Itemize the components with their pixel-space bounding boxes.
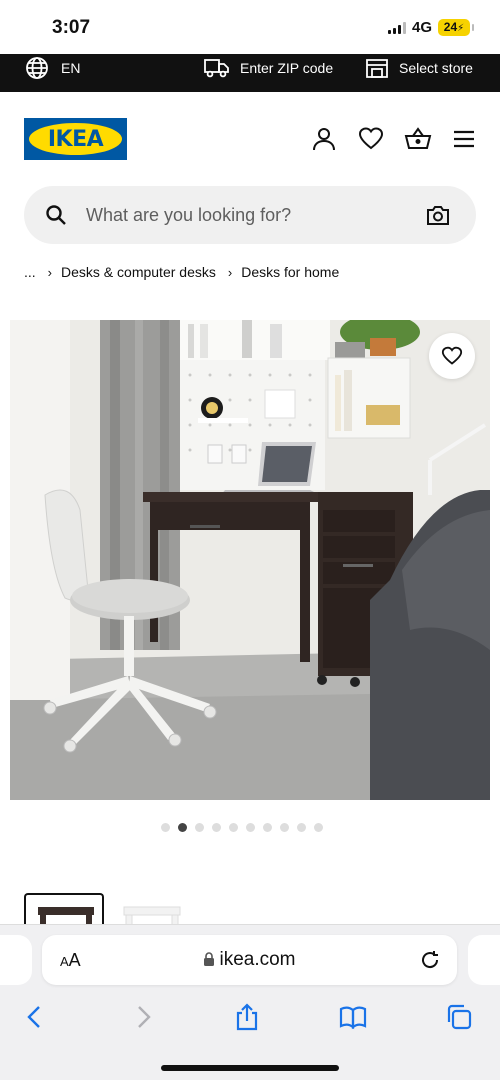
browser-bar: AA ikea.com — [0, 924, 500, 1080]
language-label: EN — [61, 60, 81, 76]
status-indicators: 4G 24⚡ — [387, 19, 474, 36]
battery-level: 24 — [443, 20, 458, 34]
store-icon — [366, 59, 388, 78]
home-indicator — [161, 1065, 339, 1071]
camera-search-icon[interactable] — [426, 204, 450, 226]
zip-code-label: Enter ZIP code — [240, 60, 334, 76]
carousel-dot[interactable] — [212, 823, 221, 832]
carousel-dot[interactable] — [229, 823, 238, 832]
forward-icon[interactable] — [129, 1003, 157, 1031]
globe-icon — [26, 57, 48, 79]
carousel-dots[interactable] — [161, 823, 323, 832]
top-strip: EN Enter ZIP code Select store — [0, 54, 500, 92]
heart-icon — [441, 346, 463, 365]
search-input[interactable]: What are you looking for? — [86, 186, 291, 244]
chevron-right-icon: › — [47, 264, 53, 280]
address-bar[interactable]: AA ikea.com — [42, 935, 457, 985]
delivery-truck-icon — [204, 59, 229, 78]
wishlist-heart-icon[interactable] — [358, 126, 384, 152]
search-bar[interactable]: What are you looking for? — [24, 186, 476, 244]
carousel-dot-active[interactable] — [178, 823, 187, 832]
save-favorite-button[interactable] — [429, 333, 475, 379]
select-store-label: Select store — [399, 60, 473, 76]
search-icon — [46, 205, 66, 225]
breadcrumb: ... › Desks & computer desks › Desks for… — [24, 262, 339, 282]
network-type: 4G — [411, 19, 432, 36]
carousel-dot[interactable] — [297, 823, 306, 832]
zip-code-button[interactable]: Enter ZIP code — [204, 54, 333, 82]
ikea-logo[interactable]: IKEA — [24, 118, 127, 160]
breadcrumb-item-desks-computer[interactable]: Desks & computer desks — [61, 264, 216, 280]
back-icon[interactable] — [21, 1003, 49, 1031]
battery-icon: 24⚡ — [438, 19, 474, 36]
status-bar: 3:07 4G 24⚡ — [0, 0, 500, 54]
tabs-icon[interactable] — [445, 1003, 473, 1031]
carousel-dot[interactable] — [195, 823, 204, 832]
language-selector[interactable]: EN — [25, 54, 80, 82]
signal-icon — [387, 21, 406, 34]
breadcrumb-ellipsis[interactable]: ... — [24, 264, 36, 280]
carousel-dot[interactable] — [314, 823, 323, 832]
product-image[interactable] — [10, 320, 490, 800]
breadcrumb-item-desks-home[interactable]: Desks for home — [241, 264, 339, 280]
reload-icon[interactable] — [419, 949, 441, 971]
profile-icon[interactable] — [311, 126, 337, 152]
status-time: 3:07 — [52, 17, 91, 38]
bookmarks-icon[interactable] — [339, 1003, 367, 1031]
shopping-basket-icon[interactable] — [404, 126, 432, 152]
url-field[interactable]: ikea.com — [42, 935, 457, 985]
lock-icon — [204, 952, 215, 966]
product-photo-illustration — [10, 320, 490, 800]
url-text: ikea.com — [219, 949, 296, 970]
carousel-dot[interactable] — [280, 823, 289, 832]
chevron-right-icon: › — [227, 264, 233, 280]
menu-icon[interactable] — [452, 126, 476, 152]
carousel-dot[interactable] — [246, 823, 255, 832]
next-tab-pill[interactable] — [468, 935, 500, 985]
previous-tab-pill[interactable] — [0, 935, 32, 985]
select-store-button[interactable]: Select store — [365, 54, 473, 82]
share-icon[interactable] — [233, 1003, 261, 1031]
header: IKEA — [0, 92, 500, 184]
carousel-dot[interactable] — [263, 823, 272, 832]
carousel-dot[interactable] — [161, 823, 170, 832]
